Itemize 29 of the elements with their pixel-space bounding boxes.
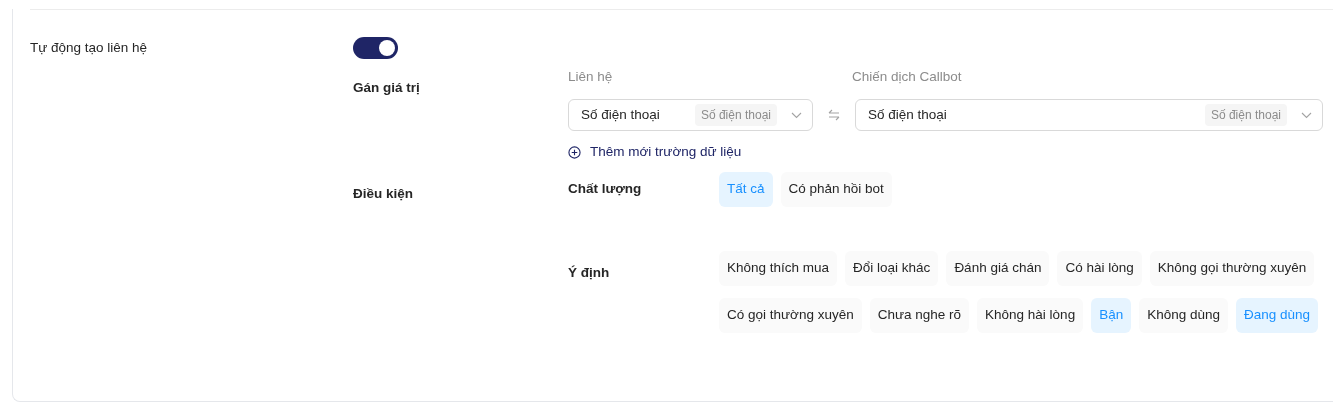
condition-label: Chất lượng: [568, 179, 643, 198]
filter-chip[interactable]: Không gọi thường xuyên: [1149, 250, 1315, 286]
chevron-down-icon: [791, 111, 802, 119]
toggle-switch[interactable]: [353, 37, 398, 59]
filter-chip[interactable]: Đánh giá chán: [946, 250, 1050, 286]
filter-chip[interactable]: Không dùng: [1139, 297, 1228, 333]
filter-chip[interactable]: Có hài lòng: [1057, 250, 1142, 286]
add-field-link[interactable]: Thêm mới trường dữ liệu: [568, 142, 742, 163]
swap-icon: [828, 109, 840, 122]
filter-chip[interactable]: Chưa nghe rõ: [869, 297, 970, 333]
select-value: Số điện thoại: [581, 106, 661, 125]
filter-chip[interactable]: Không hài lòng: [977, 297, 1084, 333]
filter-chip[interactable]: Có phản hồi bot: [780, 171, 892, 207]
select-field[interactable]: Số điện thoại Số điện thoại: [568, 99, 813, 132]
column-heading: Chiến dịch Callbot: [852, 68, 962, 86]
plus-circle-icon: [568, 145, 581, 159]
field-type-tag: Số điện thoại: [694, 104, 777, 127]
filter-chip[interactable]: Không thích mua: [719, 250, 838, 286]
select-field[interactable]: Số điện thoại Số điện thoại: [855, 99, 1323, 132]
column-heading: Liên hệ: [568, 68, 614, 86]
section-label: Gán giá trị: [353, 80, 420, 95]
setting-label: Tự động tạo liên hệ: [30, 40, 148, 55]
condition-label: Ý định: [568, 264, 611, 283]
section-label: Điều kiện: [353, 185, 414, 201]
chevron-down-icon: [1301, 111, 1312, 119]
filter-chip[interactable]: Có gọi thường xuyên: [719, 297, 862, 333]
filter-chip[interactable]: Đổi loại khác: [845, 250, 939, 286]
select-value: Số điện thoại: [868, 106, 948, 125]
field-type-tag: Số điện thoại: [1204, 104, 1287, 127]
